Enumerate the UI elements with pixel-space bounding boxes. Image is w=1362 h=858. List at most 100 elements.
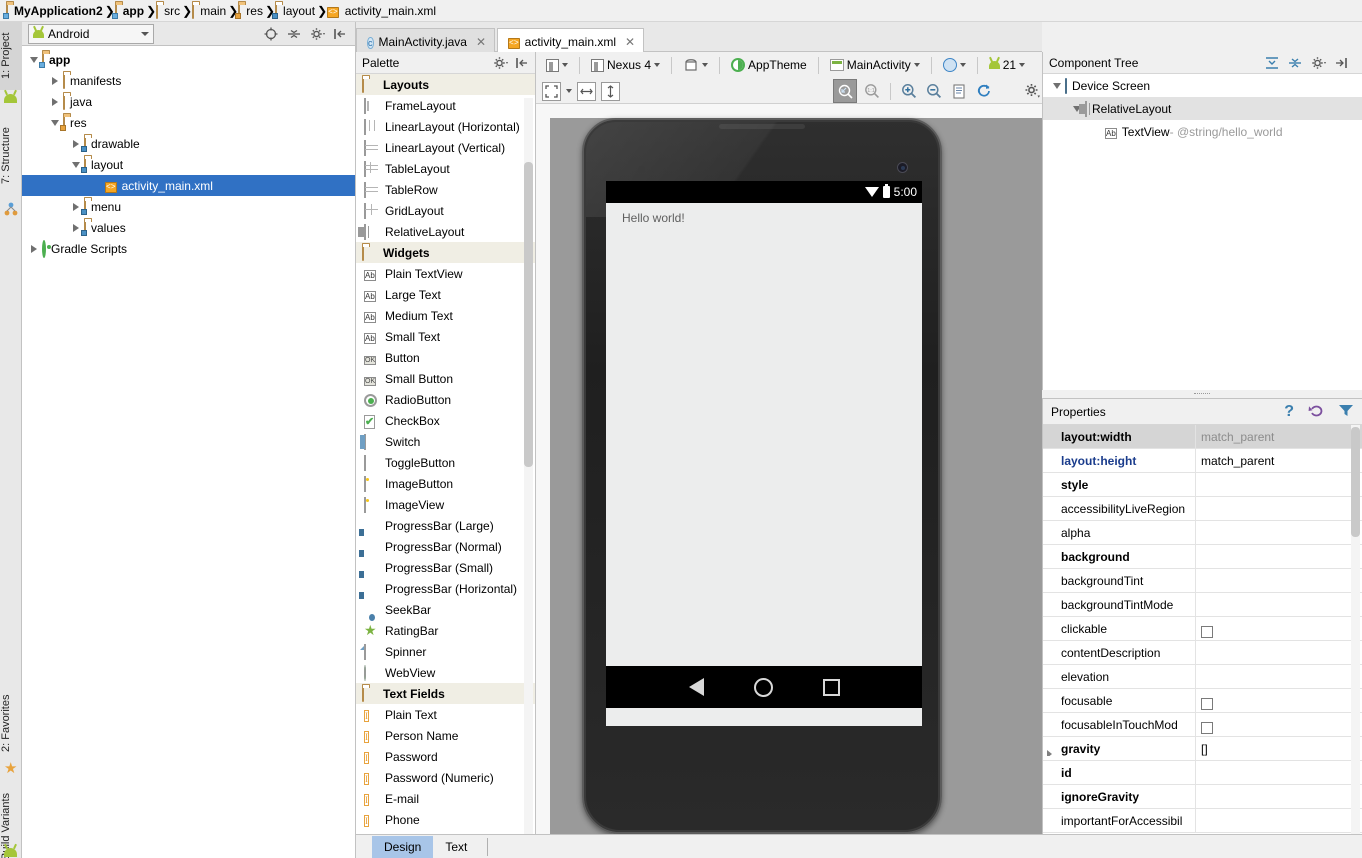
breadcrumb-item-myapplication2[interactable]: MyApplication2 [3,0,105,22]
fit-height-button[interactable] [601,81,620,101]
property-row-layout-width[interactable]: layout:width match_parent [1043,425,1362,449]
palette-group-layouts[interactable]: Layouts [356,74,535,95]
render-log-button[interactable] [949,81,969,101]
property-value[interactable] [1195,760,1362,785]
hide-panel-icon[interactable] [1334,56,1348,70]
settings-gear-icon[interactable] [310,27,325,41]
property-row-backgroundtint[interactable]: backgroundTint [1043,568,1362,593]
target-icon[interactable] [264,27,278,41]
property-row-id[interactable]: id [1043,760,1362,785]
breadcrumb-item-layout[interactable]: layout [272,0,317,22]
editor-mode-tab-design[interactable]: Design [372,835,434,858]
zoom-fit-selection-button[interactable] [542,81,561,101]
property-row-importantforaccessibil[interactable]: importantForAccessibil [1043,808,1362,833]
palette-item-seekbar[interactable]: SeekBar [356,599,535,621]
property-expand-icon[interactable] [1047,749,1052,756]
property-row-style[interactable]: style [1043,472,1362,497]
breadcrumb-item-activity-main-xml[interactable]: <> activity_main.xml [327,0,438,22]
palette-group-text-fields[interactable]: Text Fields [356,683,535,704]
tree-twisty-closed-icon[interactable] [47,76,63,85]
component-tree-list[interactable]: Device Screen RelativeLayout Ab TextView - … [1043,74,1362,143]
palette-item-e-mail[interactable]: I E-mail [356,788,535,809]
property-checkbox[interactable] [1201,697,1213,710]
tree-node-res[interactable]: res [22,112,355,133]
palette-item-checkbox[interactable]: ✔ CheckBox [356,410,535,431]
expand-all-icon[interactable] [1265,56,1279,70]
project-tree[interactable]: app manifests java res drawable layout <> activ… [22,46,355,259]
device-config-button[interactable] [542,57,572,74]
tree-twisty-closed-icon[interactable] [47,97,63,106]
property-row-focusableintouchmod[interactable]: focusableInTouchMod [1043,712,1362,737]
fit-width-button[interactable] [577,81,596,101]
property-value[interactable] [1195,640,1362,665]
property-value[interactable] [1195,544,1362,569]
project-view-selector[interactable]: Android [28,23,154,44]
breadcrumb-item-src[interactable]: src [156,0,182,22]
tree-twisty-closed-icon[interactable] [26,244,42,253]
orientation-menu[interactable] [679,56,712,74]
breadcrumb-item-app[interactable]: app [111,0,146,22]
palette-item-linearlayout-vertical-[interactable]: LinearLayout (Vertical) [356,137,535,158]
property-value[interactable]: match_parent [1195,425,1362,449]
render-settings-button[interactable] [1022,81,1042,101]
breadcrumb-item-res[interactable]: res [235,0,265,22]
locale-menu[interactable] [939,56,970,74]
property-row-elevation[interactable]: elevation [1043,664,1362,689]
tree-node-activity-main-xml[interactable]: <> activity_main.xml [22,175,355,196]
property-row-background[interactable]: background [1043,544,1362,569]
palette-scrollbar-thumb[interactable] [524,162,533,467]
tree-node-gradle-scripts[interactable]: Gradle Scripts [22,238,355,259]
editor-mode-tab-text[interactable]: Text [433,836,479,858]
zoom-out-button[interactable] [924,81,944,101]
palette-group-widgets[interactable]: Widgets [356,242,535,263]
property-row-contentdescription[interactable]: contentDescription [1043,640,1362,665]
zoom-actual-size-button[interactable]: 1:1 [862,81,882,101]
property-value[interactable] [1195,664,1362,689]
api-level-menu[interactable]: 21 [985,56,1029,74]
sidebar-tab-favorites[interactable]: 2: Favorites [0,687,22,759]
collapse-all-icon[interactable] [287,27,301,41]
property-value[interactable] [1195,712,1362,737]
restore-default-icon[interactable] [1308,403,1324,421]
property-value[interactable] [1195,568,1362,593]
tree-node-values[interactable]: values [22,217,355,238]
tree-node-menu[interactable]: menu [22,196,355,217]
palette-item-imageview[interactable]: ImageView [356,494,535,515]
property-row-ignoregravity[interactable]: ignoreGravity [1043,784,1362,809]
tree-node-drawable[interactable]: drawable [22,133,355,154]
component-tree-node-device-screen[interactable]: Device Screen [1043,74,1362,97]
palette-item-framelayout[interactable]: FrameLayout [356,95,535,116]
preview-textview[interactable]: Hello world! [622,211,685,225]
property-value[interactable] [1195,784,1362,809]
palette-item-imagebutton[interactable]: ImageButton [356,473,535,494]
tree-node-manifests[interactable]: manifests [22,70,355,91]
palette-item-linearlayout-horizontal-[interactable]: LinearLayout (Horizontal) [356,116,535,137]
property-row-clickable[interactable]: clickable [1043,616,1362,641]
settings-gear-icon[interactable] [493,56,508,70]
palette-item-relativelayout[interactable]: RelativeLayout [356,221,535,242]
palette-item-progressbar-large-[interactable]: ProgressBar (Large) [356,515,535,536]
palette-item-ratingbar[interactable]: ★ RatingBar [356,620,535,641]
close-icon[interactable]: ✕ [476,35,486,49]
palette-item-plain-textview[interactable]: Ab Plain TextView [356,263,535,284]
properties-table[interactable]: layout:width match_parent layout:height mat… [1043,425,1362,834]
property-checkbox[interactable] [1201,721,1213,734]
property-value[interactable] [1195,688,1362,713]
palette-item-webview[interactable]: WebView [356,662,535,683]
property-value[interactable]: [] [1195,736,1362,761]
palette-item-progressbar-normal-[interactable]: ProgressBar (Normal) [356,536,535,557]
help-icon[interactable]: ? [1284,403,1294,420]
palette-item-phone[interactable]: I Phone [356,809,535,830]
property-value[interactable] [1195,496,1362,521]
palette-item-password-numeric-[interactable]: I Password (Numeric) [356,767,535,788]
breadcrumb-item-main[interactable]: main [192,0,228,22]
component-tree-node-relativelayout[interactable]: RelativeLayout [1043,97,1362,120]
editor-tab-activity-main-xml[interactable]: <> activity_main.xml ✕ [497,28,645,55]
property-row-alpha[interactable]: alpha [1043,520,1362,545]
palette-item-plain-text[interactable]: I Plain Text [356,704,535,725]
theme-menu[interactable]: AppTheme [727,56,811,74]
zoom-to-fit-button[interactable] [833,79,857,103]
panel-splitter[interactable] [1042,390,1362,398]
palette-item-togglebutton[interactable]: ToggleButton [356,452,535,473]
sidebar-tab-project[interactable]: 1: Project [0,22,22,90]
